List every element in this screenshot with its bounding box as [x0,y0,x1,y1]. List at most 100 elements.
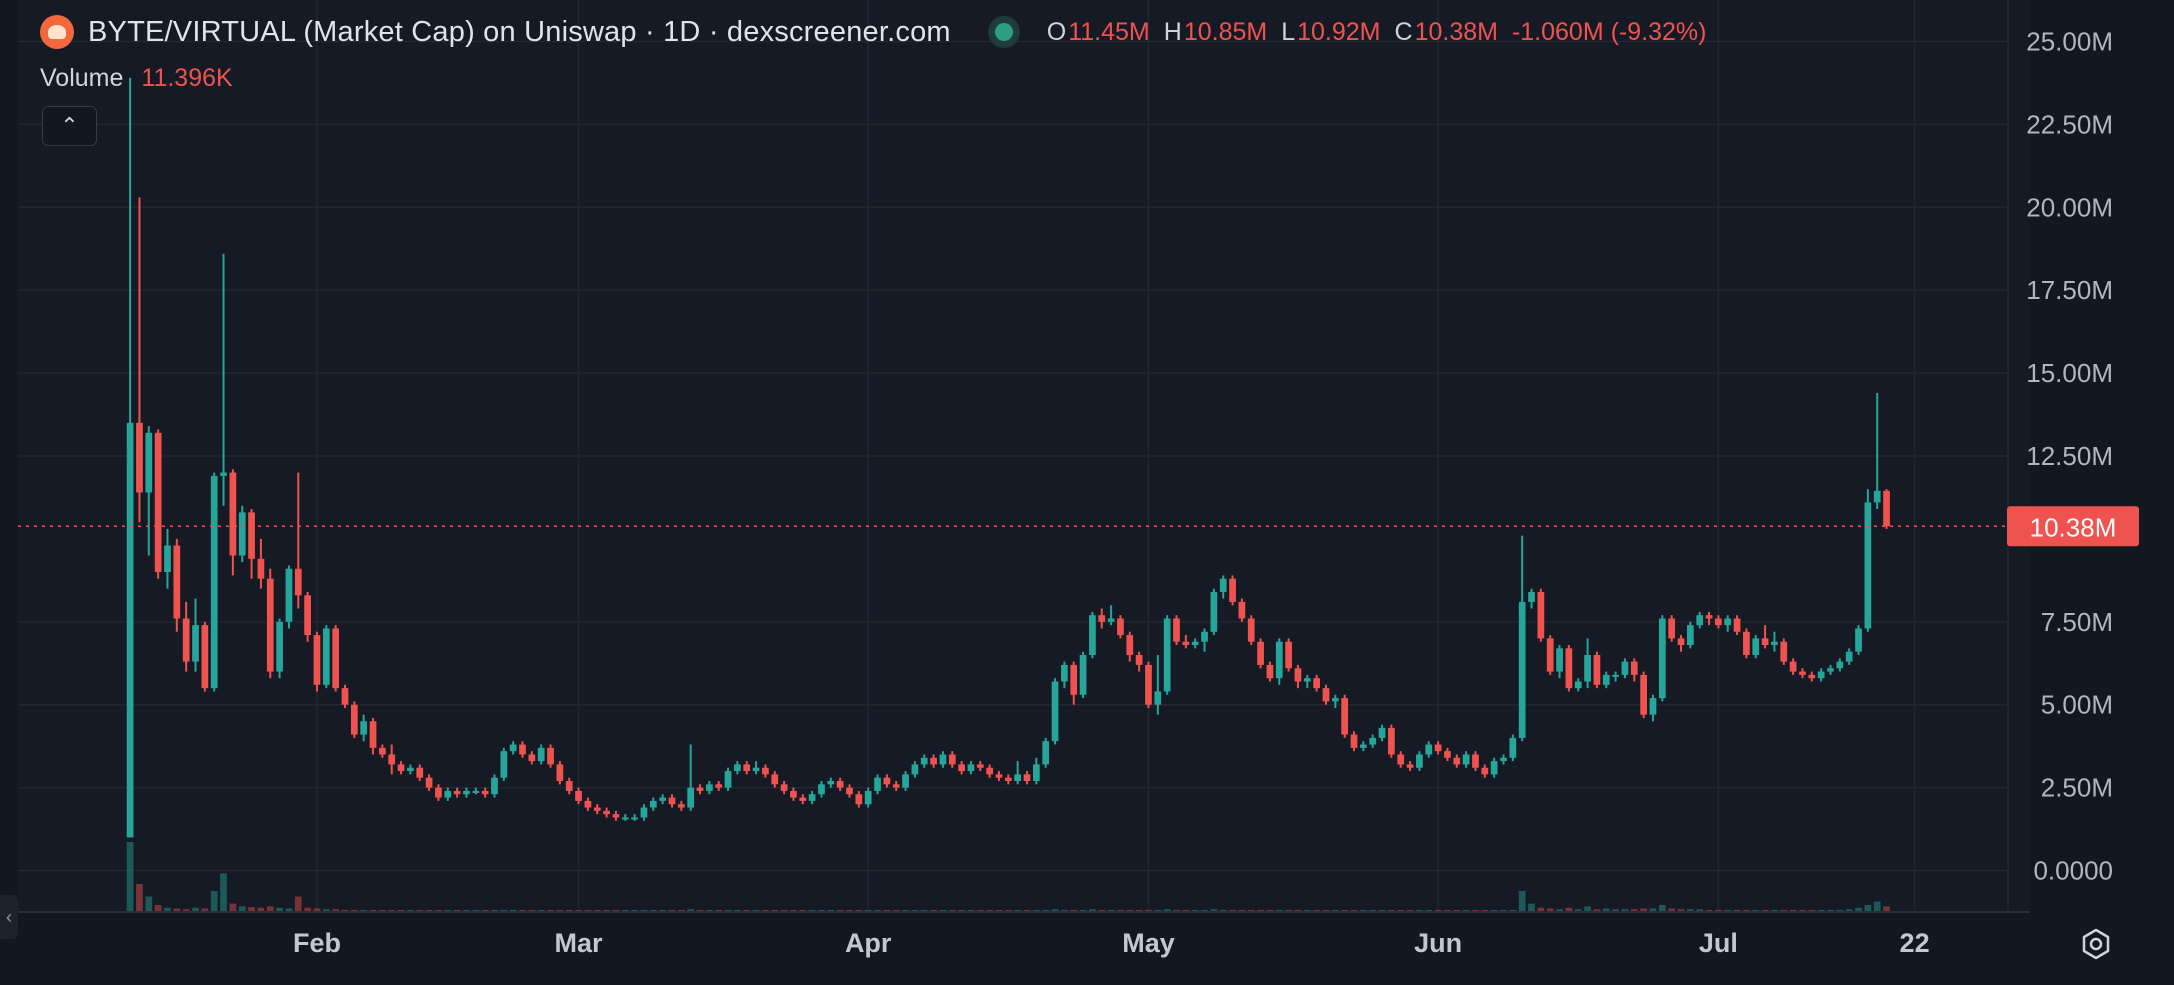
candle-body [444,790,452,798]
price-tick-label: 5.00M [2041,690,2113,720]
candle-body [220,472,227,476]
candle-body [1873,490,1881,503]
time-tick-label: Jul [1699,928,1738,958]
candle-body [1733,618,1741,632]
candle-body [257,558,265,579]
candle-body [1500,757,1507,762]
candle-body [762,767,769,775]
candle-body [1275,641,1283,679]
candle-body [1051,681,1059,742]
candle-body [509,744,517,752]
candle-body [705,784,713,791]
candle-body [1799,671,1806,675]
candle-body [790,790,797,798]
candle-body [192,625,199,662]
candle-body [294,568,302,596]
candle-body [1724,618,1732,626]
price-tick-label: 7.50M [2041,607,2113,637]
time-tick-label: May [1122,928,1175,958]
candle-body [425,777,433,788]
candle-body [846,787,853,795]
candle-body [322,628,330,685]
price-tick-label: 12.50M [2026,441,2113,471]
time-tick-label: Mar [555,928,604,958]
candle-body [1864,502,1872,629]
candle-body [463,790,470,795]
candle-body [1883,490,1890,527]
candle-body [1621,661,1629,675]
candle-body [1640,674,1647,715]
candle-body [537,747,545,762]
candle-body [1565,648,1573,689]
candle-body [1014,774,1022,782]
candle-body [1584,654,1591,682]
volume-bar [1864,905,1872,912]
candle-body [1836,661,1844,669]
price-tick-label: 15.00M [2026,358,2113,388]
candle-body [911,764,919,775]
candle-body [1247,618,1255,642]
candle-body [612,814,620,818]
candle-body [808,794,816,801]
candle-body [677,804,685,808]
candle-body [920,757,928,765]
candle-body [743,764,751,772]
candle-body [519,744,526,755]
candle-body [1369,737,1377,745]
candle-body [1817,671,1825,679]
volume-bar [136,884,143,912]
candle-body [1331,698,1339,702]
candle-body [584,800,592,808]
candle-body [593,807,601,811]
candle-body [1509,737,1517,758]
candle-body [575,790,582,801]
candle-body [687,787,695,808]
volume-bar [220,873,227,912]
sidebar-toggle[interactable]: ‹ [0,895,18,939]
candle-body [1229,578,1236,602]
candle-body [827,781,835,785]
candle-body [1032,764,1040,782]
candle-body [266,578,274,672]
candle-body [1789,661,1797,672]
volume-value: 11.396K [141,64,233,92]
volume-bar [1528,903,1535,912]
candle-body [341,688,349,705]
candle-body [1322,688,1330,702]
candle-body [1761,638,1769,646]
candle-body [1630,661,1638,675]
candle-body [874,777,881,791]
volume-bar [1518,891,1526,912]
candle-body [1163,618,1171,692]
price-tick-label: 0.0000 [2033,856,2113,886]
candle-body [397,764,405,772]
candle-body [1257,641,1264,665]
candle-body [1444,751,1451,758]
settings-button[interactable] [2078,926,2114,962]
candle-body [369,721,377,748]
candle-body [1425,744,1433,755]
candle-body [1518,601,1526,738]
candle-body [1126,635,1134,655]
candle-body [1107,618,1115,622]
candle-body [1135,654,1143,665]
candle-body [1350,734,1358,748]
candlestick-chart[interactable]: 25.00M 22.50M 20.00M 17.50M 15.00M 12.50M 7.50… [0,0,2174,980]
volume-bar [126,842,134,912]
candle-body [1285,641,1292,669]
candle-body [248,512,255,559]
candle-body [818,784,825,795]
candle-body [1397,754,1405,765]
candle-body [976,764,984,768]
candle-body [1023,774,1031,782]
candle-body [883,777,891,785]
volume-bar [210,891,218,912]
candle-body [1715,618,1722,626]
candle-body [1294,668,1302,682]
candle-body [948,754,956,765]
candle-body [1556,648,1563,672]
collapse-legend-button[interactable]: ⌃ [42,106,97,146]
candle-body [210,475,218,689]
ohlc-close: C10.38M [1394,17,1498,46]
candle-body [603,810,610,815]
